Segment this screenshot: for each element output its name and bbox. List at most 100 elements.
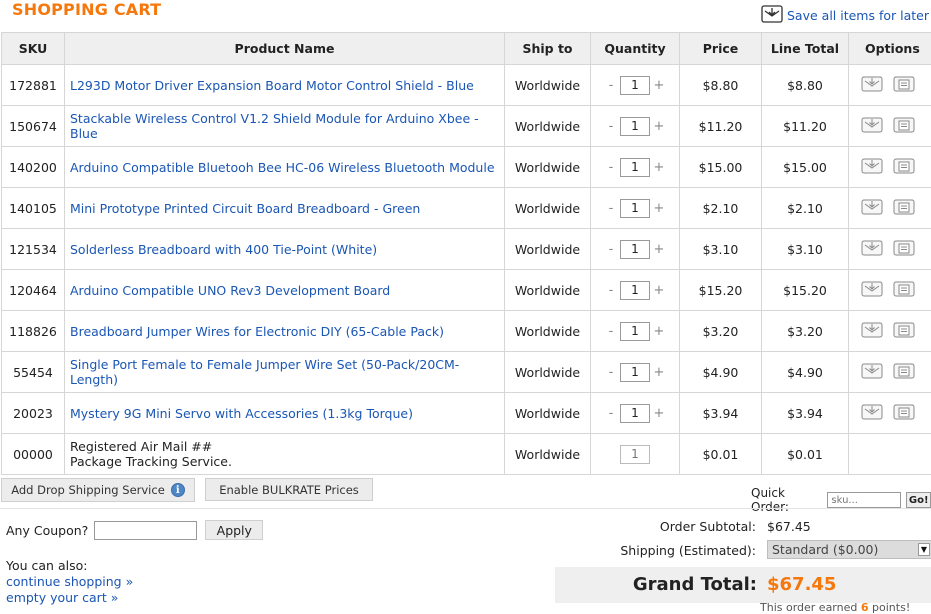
ship-to-cell: Worldwide [505, 393, 591, 434]
quantity-cell: -+ [591, 393, 680, 434]
quantity-stepper: -+ [605, 199, 665, 218]
remove-item-icon[interactable] [893, 363, 915, 382]
earned-suffix: points! [872, 601, 910, 614]
increase-quantity-button[interactable]: + [653, 242, 665, 257]
save-item-icon[interactable] [861, 158, 883, 177]
decrease-quantity-button[interactable]: - [605, 324, 617, 339]
quantity-input[interactable] [620, 281, 650, 300]
save-item-icon[interactable] [861, 117, 883, 136]
bulkrate-label: Enable BULKRATE Prices [219, 483, 359, 497]
price-cell: $3.94 [680, 393, 762, 434]
quantity-input[interactable] [620, 240, 650, 259]
divider [0, 508, 931, 509]
remove-item-icon[interactable] [893, 281, 915, 300]
product-link[interactable]: Mini Prototype Printed Circuit Board Bre… [70, 201, 420, 216]
product-link[interactable]: Solderless Breadboard with 400 Tie-Point… [70, 242, 377, 257]
save-item-icon[interactable] [861, 76, 883, 95]
quantity-input[interactable] [620, 117, 650, 136]
chevron-down-icon[interactable]: ▼ [918, 543, 930, 556]
product-link[interactable]: Stackable Wireless Control V1.2 Shield M… [70, 111, 479, 141]
options-cell [849, 147, 931, 188]
subtotal-label: Order Subtotal: [660, 519, 756, 534]
apply-coupon-button[interactable]: Apply [205, 520, 263, 540]
quantity-stepper: -+ [605, 158, 665, 177]
increase-quantity-button[interactable]: + [653, 283, 665, 298]
product-link[interactable]: Single Port Female to Female Jumper Wire… [70, 357, 459, 387]
line-total-cell: $3.94 [762, 393, 849, 434]
increase-quantity-button[interactable]: + [653, 324, 665, 339]
info-icon[interactable]: i [171, 483, 185, 497]
ship-to-cell: Worldwide [505, 65, 591, 106]
increase-quantity-button[interactable]: + [653, 78, 665, 93]
decrease-quantity-button[interactable]: - [605, 283, 617, 298]
save-item-icon[interactable] [861, 404, 883, 423]
increase-quantity-button[interactable]: + [653, 365, 665, 380]
product-name-cell: Mystery 9G Mini Servo with Accessories (… [65, 393, 505, 434]
save-item-icon[interactable] [861, 322, 883, 341]
price-cell: $15.20 [680, 270, 762, 311]
price-cell: $2.10 [680, 188, 762, 229]
quick-order-input[interactable] [827, 492, 901, 508]
decrease-quantity-button[interactable]: - [605, 242, 617, 257]
table-row: 140105Mini Prototype Printed Circuit Boa… [2, 188, 931, 229]
save-item-icon[interactable] [861, 363, 883, 382]
decrease-quantity-button[interactable]: - [605, 119, 617, 134]
line-total-cell: $0.01 [762, 434, 849, 475]
continue-shopping-link[interactable]: continue shopping » [6, 574, 133, 590]
decrease-quantity-button[interactable]: - [605, 201, 617, 216]
increase-quantity-button[interactable]: + [653, 119, 665, 134]
empty-cart-link[interactable]: empty your cart » [6, 590, 133, 606]
add-drop-shipping-button[interactable]: Add Drop Shipping Service i [1, 478, 195, 502]
quantity-readonly [620, 445, 650, 464]
increase-quantity-button[interactable]: + [653, 160, 665, 175]
product-name-cell: L293D Motor Driver Expansion Board Motor… [65, 65, 505, 106]
remove-item-icon[interactable] [893, 322, 915, 341]
table-row: 150674Stackable Wireless Control V1.2 Sh… [2, 106, 931, 147]
remove-item-icon[interactable] [893, 404, 915, 423]
options-cell [849, 270, 931, 311]
go-button[interactable]: Go! [906, 492, 931, 508]
remove-item-icon[interactable] [893, 158, 915, 177]
decrease-quantity-button[interactable]: - [605, 160, 617, 175]
save-item-icon[interactable] [861, 281, 883, 300]
coupon-input[interactable] [94, 521, 197, 540]
increase-quantity-button[interactable]: + [653, 201, 665, 216]
service-name-line1: Registered Air Mail ## [70, 439, 504, 454]
quantity-input[interactable] [620, 363, 650, 382]
line-total-cell: $3.10 [762, 229, 849, 270]
points-earned: This order earned 6 points! [760, 601, 910, 614]
remove-item-icon[interactable] [893, 76, 915, 95]
increase-quantity-button[interactable]: + [653, 406, 665, 421]
line-total-cell: $15.00 [762, 147, 849, 188]
product-name-cell: Single Port Female to Female Jumper Wire… [65, 352, 505, 393]
page-title: SHOPPING CART [12, 0, 161, 19]
product-link[interactable]: Arduino Compatible Bluetooh Bee HC-06 Wi… [70, 160, 495, 175]
options-cell [849, 393, 931, 434]
save-all-label[interactable]: Save all items for later [787, 8, 929, 23]
quantity-input[interactable] [620, 158, 650, 177]
service-name-line2: Package Tracking Service. [70, 454, 504, 469]
quantity-input[interactable] [620, 76, 650, 95]
quantity-input[interactable] [620, 199, 650, 218]
quantity-input[interactable] [620, 404, 650, 423]
sku-cell: 20023 [2, 393, 65, 434]
line-total-cell: $8.80 [762, 65, 849, 106]
shipping-select[interactable]: Standard ($0.00) ▼ [767, 540, 931, 559]
remove-item-icon[interactable] [893, 240, 915, 259]
product-link[interactable]: Breadboard Jumper Wires for Electronic D… [70, 324, 444, 339]
save-item-icon[interactable] [861, 240, 883, 259]
product-link[interactable]: Arduino Compatible UNO Rev3 Development … [70, 283, 390, 298]
quantity-stepper: -+ [605, 363, 665, 382]
remove-item-icon[interactable] [893, 117, 915, 136]
decrease-quantity-button[interactable]: - [605, 365, 617, 380]
decrease-quantity-button[interactable]: - [605, 406, 617, 421]
product-link[interactable]: L293D Motor Driver Expansion Board Motor… [70, 78, 474, 93]
save-all-link[interactable]: Save all items for later [761, 5, 929, 26]
enable-bulkrate-button[interactable]: Enable BULKRATE Prices [205, 478, 373, 501]
decrease-quantity-button[interactable]: - [605, 78, 617, 93]
sku-cell: 172881 [2, 65, 65, 106]
save-item-icon[interactable] [861, 199, 883, 218]
quantity-input[interactable] [620, 322, 650, 341]
product-link[interactable]: Mystery 9G Mini Servo with Accessories (… [70, 406, 413, 421]
remove-item-icon[interactable] [893, 199, 915, 218]
